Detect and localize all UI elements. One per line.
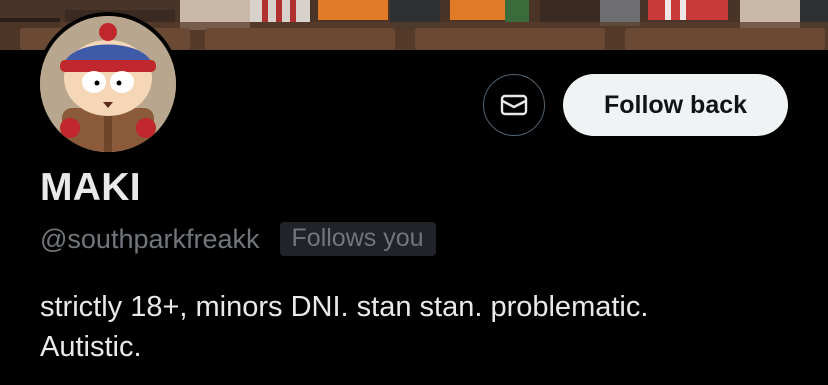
display-name: MAKI — [40, 166, 141, 209]
handle-row: @southparkfreakk Follows you — [40, 222, 436, 256]
profile-bio: strictly 18+, minors DNI. stan stan. pro… — [40, 287, 800, 367]
follow-back-button[interactable]: Follow back — [563, 74, 788, 136]
profile-avatar[interactable] — [36, 12, 180, 156]
envelope-icon — [500, 94, 528, 116]
message-button[interactable] — [483, 74, 545, 136]
follows-you-badge: Follows you — [279, 222, 436, 256]
bio-line: Autistic. — [40, 331, 142, 363]
user-handle: @southparkfreakk — [40, 223, 260, 254]
bio-line: strictly 18+, minors DNI. stan stan. pro… — [40, 291, 649, 323]
avatar-image — [40, 16, 176, 152]
